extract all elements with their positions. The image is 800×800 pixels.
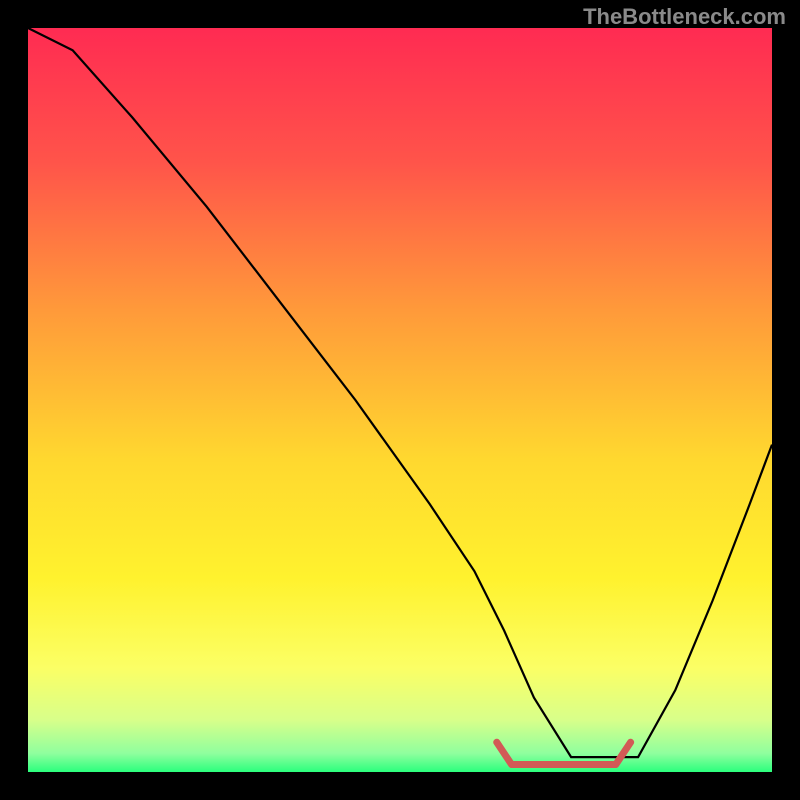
gradient-background bbox=[28, 28, 772, 772]
chart-container: TheBottleneck.com bbox=[0, 0, 800, 800]
plot-area bbox=[28, 28, 772, 772]
watermark-text: TheBottleneck.com bbox=[583, 4, 786, 30]
chart-svg bbox=[28, 28, 772, 772]
